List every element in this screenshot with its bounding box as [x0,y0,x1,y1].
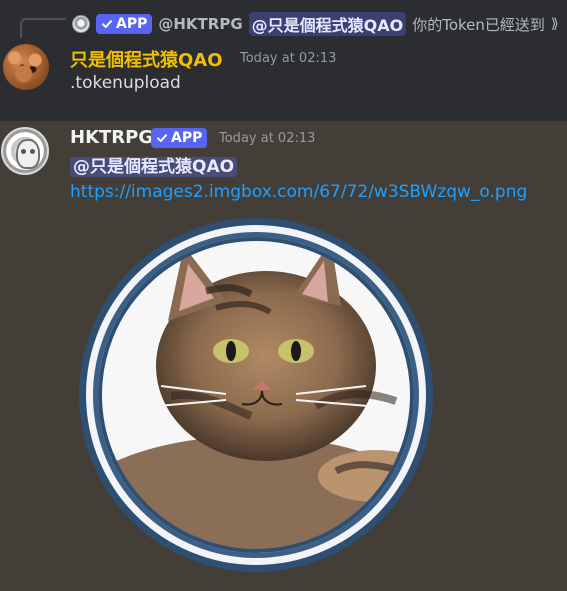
check-icon [102,20,112,28]
check-icon [157,134,167,142]
message-content: .tokenupload [70,73,181,93]
overflow-arrow-icon: ⟫ [550,16,559,32]
reply-preview[interactable]: APP @HKTRPG @只是個程式猿QAO 你的Token已經送到 ⟫ [72,12,567,36]
bot-avatar[interactable] [1,127,49,175]
bot-username[interactable]: HKTRPG [70,127,153,148]
reply-mention[interactable]: @只是個程式猿QAO [248,12,407,36]
bot-avatar-icon [72,15,90,33]
message-2: HKTRPG APP Today at 02:13 @只是個程式猿QAO htt… [0,121,567,591]
message-username[interactable]: 只是個程式猿QAO [70,46,223,72]
mention[interactable]: @只是個程式猿QAO [70,157,238,177]
image-link[interactable]: https://images2.imgbox.com/67/72/w3SBWzq… [70,182,527,202]
message-timestamp: Today at 02:13 [219,131,316,146]
message-1: APP @HKTRPG @只是個程式猿QAO 你的Token已經送到 ⟫ 只是個… [0,0,567,121]
image-attachment[interactable] [76,216,436,574]
reply-text: 你的Token已經送到 [412,15,545,34]
app-badge-label: APP [116,16,148,32]
app-badge-label: APP [171,130,203,146]
user-avatar[interactable] [3,44,49,90]
reply-connector [20,18,66,38]
reply-username[interactable]: @HKTRPG [158,15,242,33]
avatar-image [3,44,49,90]
app-badge: APP [151,128,208,148]
mention-line: @只是個程式猿QAO [70,152,238,177]
app-badge: APP [96,14,153,34]
message-timestamp: Today at 02:13 [240,51,337,66]
cat-photo [79,218,433,572]
mask-icon [16,139,40,169]
